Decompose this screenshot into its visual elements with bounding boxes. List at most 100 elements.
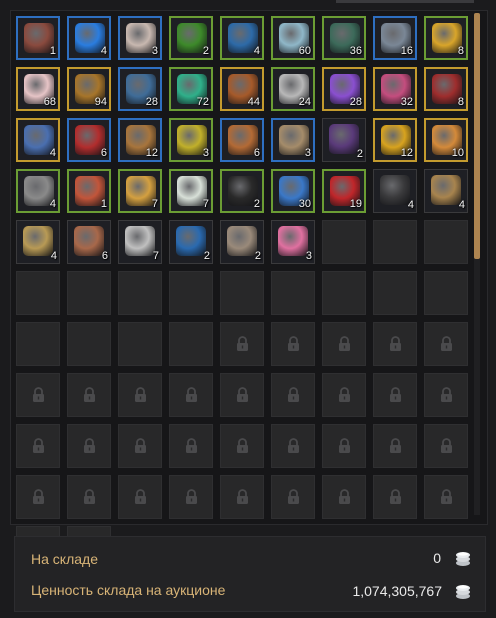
inventory-slot[interactable]: 32 xyxy=(373,67,417,111)
inventory-slot[interactable]: 1 xyxy=(16,16,60,60)
empty-slot[interactable] xyxy=(424,220,468,264)
inventory-slot[interactable]: 16 xyxy=(373,16,417,60)
inventory-slot[interactable]: 30 xyxy=(271,169,315,213)
empty-slot[interactable] xyxy=(67,271,111,315)
inventory-slot[interactable]: 4 xyxy=(16,220,60,264)
lock-icon xyxy=(84,489,95,504)
locked-slot xyxy=(271,373,315,417)
inventory-slot[interactable]: 24 xyxy=(271,67,315,111)
item-quantity: 2 xyxy=(356,148,363,160)
inventory-slot[interactable]: 44 xyxy=(220,67,264,111)
empty-slot[interactable] xyxy=(169,322,213,366)
item-quantity: 7 xyxy=(151,198,158,210)
scrollbar-thumb[interactable] xyxy=(474,13,480,259)
inventory-slot[interactable]: 4 xyxy=(220,16,264,60)
item-quantity: 72 xyxy=(196,96,209,108)
lock-icon xyxy=(33,438,44,453)
inventory-slot[interactable]: 2 xyxy=(220,169,264,213)
item-quantity: 4 xyxy=(50,250,57,262)
inventory-slot[interactable]: 12 xyxy=(373,118,417,162)
item-quantity: 7 xyxy=(202,198,209,210)
locked-slot xyxy=(424,424,468,468)
inventory-slot[interactable]: 19 xyxy=(322,169,366,213)
item-quantity: 4 xyxy=(100,45,107,57)
locked-slot xyxy=(424,475,468,519)
inventory-slot[interactable]: 6 xyxy=(67,220,111,264)
inventory-slot[interactable]: 94 xyxy=(67,67,111,111)
lock-icon xyxy=(390,489,401,504)
inventory-slot[interactable]: 2 xyxy=(169,220,213,264)
warehouse-window: 1 4 3 2 4 60 36 16 8 68 94 28 72 44 24 28 32 8 4 6 12 3 6 3 2 12 1… xyxy=(0,0,496,618)
inventory-slot[interactable]: 6 xyxy=(220,118,264,162)
empty-slot[interactable] xyxy=(322,271,366,315)
locked-slot xyxy=(271,424,315,468)
inventory-slot[interactable]: 2 xyxy=(322,118,366,162)
inventory-slot[interactable]: 12 xyxy=(118,118,162,162)
inventory-slot[interactable]: 8 xyxy=(424,16,468,60)
item-quantity: 2 xyxy=(202,45,209,57)
item-quantity: 8 xyxy=(457,45,464,57)
lock-icon xyxy=(237,438,248,453)
item-quantity: 30 xyxy=(298,198,311,210)
empty-slot[interactable] xyxy=(169,271,213,315)
inventory-slot[interactable]: 2 xyxy=(169,16,213,60)
locked-slot xyxy=(373,475,417,519)
inventory-slot[interactable]: 3 xyxy=(118,16,162,60)
empty-slot[interactable] xyxy=(220,271,264,315)
inventory-slot[interactable]: 3 xyxy=(169,118,213,162)
item-quantity: 2 xyxy=(254,250,261,262)
lock-icon xyxy=(390,336,401,351)
empty-slot[interactable] xyxy=(67,322,111,366)
inventory-slot[interactable]: 68 xyxy=(16,67,60,111)
locked-slot xyxy=(220,322,264,366)
lock-icon xyxy=(84,438,95,453)
item-quantity: 68 xyxy=(43,96,56,108)
inventory-slot[interactable]: 4 xyxy=(373,169,417,213)
inventory-slot[interactable]: 28 xyxy=(322,67,366,111)
lock-icon xyxy=(339,336,350,351)
locked-slot xyxy=(424,322,468,366)
inventory-slot[interactable]: 2 xyxy=(220,220,264,264)
inventory-slot[interactable]: 7 xyxy=(118,220,162,264)
item-quantity: 8 xyxy=(457,96,464,108)
locked-slot xyxy=(373,322,417,366)
empty-slot[interactable] xyxy=(271,271,315,315)
inventory-slot[interactable]: 4 xyxy=(424,169,468,213)
inventory-slot[interactable]: 6 xyxy=(67,118,111,162)
lock-icon xyxy=(339,438,350,453)
inventory-slot[interactable]: 1 xyxy=(67,169,111,213)
empty-slot[interactable] xyxy=(118,322,162,366)
inventory-slot[interactable]: 7 xyxy=(169,169,213,213)
stored-value: 0 xyxy=(433,550,441,566)
locked-slot xyxy=(118,424,162,468)
inventory-slot[interactable]: 7 xyxy=(118,169,162,213)
inventory-slot[interactable]: 4 xyxy=(67,16,111,60)
inventory-slot[interactable]: 72 xyxy=(169,67,213,111)
inventory-slot[interactable]: 28 xyxy=(118,67,162,111)
item-quantity: 28 xyxy=(145,96,158,108)
empty-slot[interactable] xyxy=(118,271,162,315)
empty-slot[interactable] xyxy=(373,271,417,315)
empty-slot[interactable] xyxy=(16,271,60,315)
item-quantity: 3 xyxy=(202,147,209,159)
inventory-slot[interactable]: 10 xyxy=(424,118,468,162)
inventory-slot[interactable]: 3 xyxy=(271,220,315,264)
item-quantity: 4 xyxy=(49,198,56,210)
item-quantity: 16 xyxy=(400,45,413,57)
empty-slot[interactable] xyxy=(16,322,60,366)
inventory-slot[interactable]: 4 xyxy=(16,169,60,213)
lock-icon xyxy=(33,489,44,504)
blue-flower-icon xyxy=(176,226,206,256)
inventory-slot[interactable]: 60 xyxy=(271,16,315,60)
inventory-slot[interactable]: 8 xyxy=(424,67,468,111)
inventory-slot[interactable]: 4 xyxy=(16,118,60,162)
locked-slot xyxy=(322,373,366,417)
empty-slot[interactable] xyxy=(322,220,366,264)
locked-slot xyxy=(67,424,111,468)
inventory-slot[interactable]: 3 xyxy=(271,118,315,162)
empty-slot[interactable] xyxy=(424,271,468,315)
empty-slot[interactable] xyxy=(373,220,417,264)
locked-slot xyxy=(322,475,366,519)
market-value-label: Ценность склада на аукционе xyxy=(31,582,226,598)
inventory-slot[interactable]: 36 xyxy=(322,16,366,60)
